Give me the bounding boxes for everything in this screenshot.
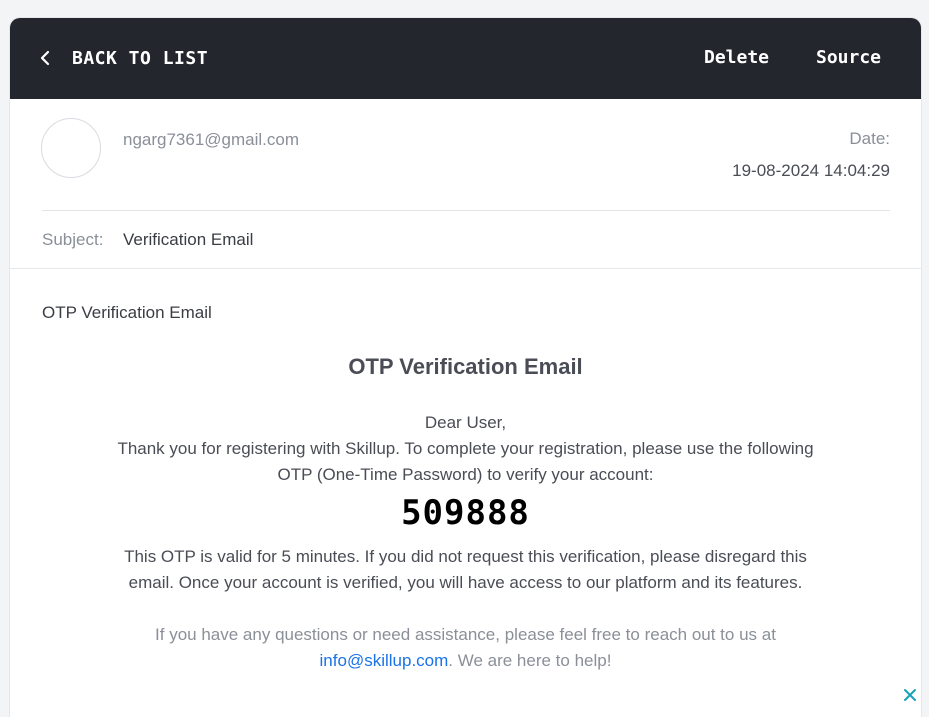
validity-text: This OTP is valid for 5 minutes. If you … (124, 547, 807, 592)
intro-text: Thank you for registering with Skillup. … (117, 439, 814, 484)
header-divider (42, 210, 890, 211)
close-icon[interactable] (900, 685, 920, 705)
chevron-left-icon (40, 50, 50, 66)
otp-code: 509888 (401, 493, 530, 533)
help-prefix: If you have any questions or need assist… (155, 625, 776, 644)
help-text: If you have any questions or need assist… (110, 622, 821, 674)
greeting-text: Dear User, (424, 413, 507, 432)
avatar (41, 118, 101, 178)
email-body: OTP Verification Email Dear User, Thank … (110, 348, 821, 691)
sender-address: ngarg7361@gmail.com (123, 130, 300, 149)
back-to-list-button[interactable]: BACK TO LIST (40, 45, 208, 71)
date-value: 19-08-2024 14:04:29 (732, 161, 890, 180)
support-email-link[interactable]: info@skillup.com (320, 651, 449, 670)
body-divider (10, 268, 921, 269)
back-to-list-label: BACK TO LIST (72, 47, 209, 69)
email-heading: OTP Verification Email (348, 354, 583, 379)
date-label: Date: (849, 129, 890, 148)
subject-label: Subject: (42, 230, 104, 249)
email-viewer: BACK TO LIST Delete Source ngarg7361@gma… (10, 18, 921, 717)
delete-button[interactable]: Delete (704, 45, 769, 71)
source-button[interactable]: Source (816, 45, 881, 71)
help-suffix: . We are here to help! (448, 651, 612, 670)
email-preheader: OTP Verification Email (42, 303, 212, 322)
subject-value: Verification Email (123, 230, 254, 249)
top-toolbar: BACK TO LIST Delete Source (10, 18, 921, 99)
